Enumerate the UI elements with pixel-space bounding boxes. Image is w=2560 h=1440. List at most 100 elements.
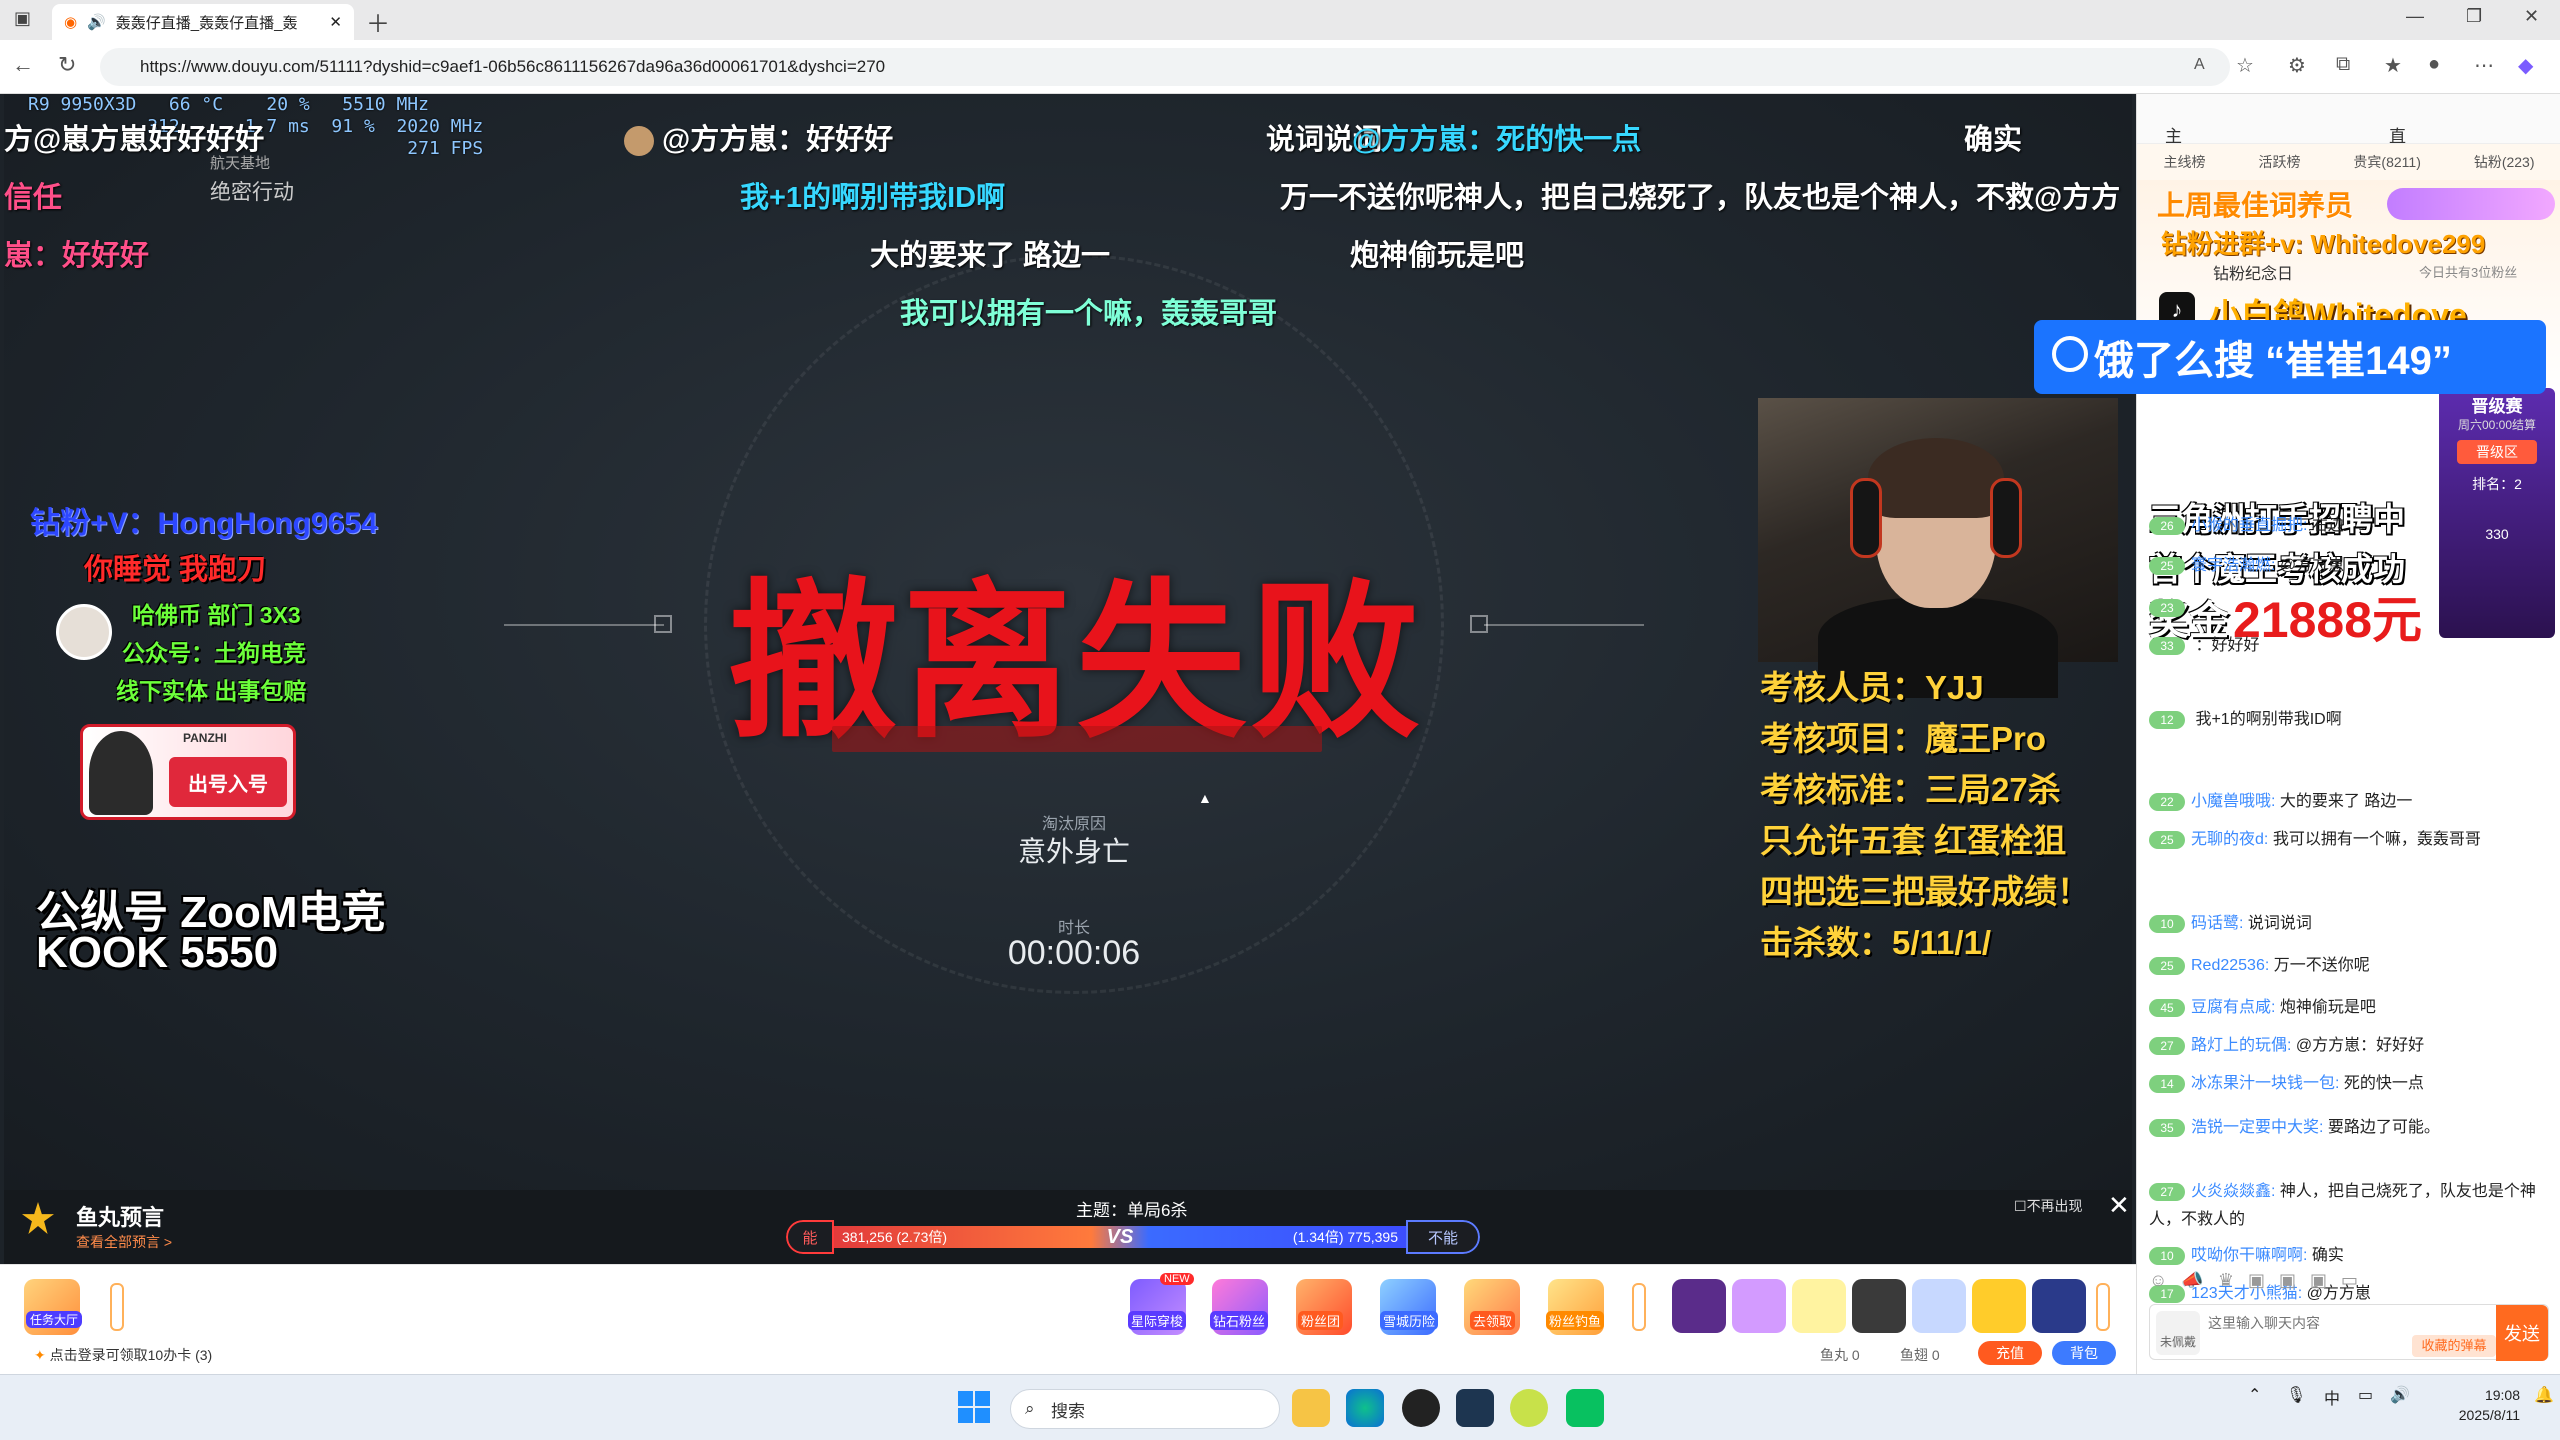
panda-mascot-icon <box>89 731 153 815</box>
refresh-icon[interactable]: ↻ <box>58 52 76 78</box>
copilot-icon[interactable]: ◆ <box>2518 53 2533 78</box>
chat-message: 27 路灯上的玩偶: @方方崽：好好好 <box>2149 1032 2549 1060</box>
mic-icon[interactable]: 🎙 <box>2286 1385 2306 1405</box>
chat-tools: ☺ 📣 ♛ ▣ ▣ ▣ ▭ <box>2149 1270 2549 1296</box>
new-tab-icon[interactable]: ＋ <box>366 4 390 39</box>
tray-chevron-icon[interactable]: ⌃ <box>2248 1385 2261 1405</box>
app-icon-1[interactable] <box>1402 1389 1440 1427</box>
network-icon[interactable]: ▭ <box>2358 1385 2373 1405</box>
extensions-icon[interactable]: ⚙ <box>2288 53 2306 78</box>
prediction-topic: 主题：单局6杀 <box>1076 1201 1188 1220</box>
minimize-icon[interactable]: — <box>2406 6 2424 27</box>
chat-input[interactable] <box>2208 1311 2418 1335</box>
start-icon[interactable] <box>958 1391 990 1423</box>
gift-item-2-icon[interactable] <box>1732 1279 1786 1333</box>
crown-icon[interactable]: ♛ <box>2218 1270 2234 1296</box>
expand-left-icon[interactable] <box>110 1283 124 1331</box>
emoji-icon[interactable]: ☺ <box>2149 1270 2167 1296</box>
favorites-icon[interactable]: ★ <box>2384 53 2402 78</box>
chat-username[interactable]: 豆腐有点咸: <box>2191 999 2275 1016</box>
vote-no-button[interactable]: 不能 <box>1406 1220 1480 1254</box>
user-level-badge: 23 <box>2149 598 2185 617</box>
chat-username[interactable]: 码话鹭: <box>2191 915 2243 932</box>
chat-username[interactable]: 小魔兽哦哦: <box>2191 793 2275 810</box>
send-button[interactable]: 发送 <box>2496 1305 2548 1361</box>
saved-danmaku-button[interactable]: 收藏的弹幕 <box>2412 1335 2496 1357</box>
collections-icon[interactable]: ⧉ <box>2336 53 2350 76</box>
url-bar[interactable]: https://www.douyu.com/51111?dyshid=c9aef… <box>100 48 2230 86</box>
tab-close-icon[interactable]: ✕ <box>329 13 342 31</box>
danmaku-9: 崽：好好好 <box>4 240 150 272</box>
chat-username[interactable]: 冰冻果汁一块钱一包: <box>2191 1075 2339 1092</box>
horn-icon[interactable]: 📣 <box>2181 1270 2203 1296</box>
tab-active-rank[interactable]: 活跃榜 <box>2258 152 2300 172</box>
duration-value: 00:00:06 <box>1007 934 1141 972</box>
tab-vip-rank[interactable]: 贵宾(8211) <box>2353 152 2420 172</box>
read-aloud-icon[interactable]: A <box>2194 56 2205 74</box>
chat-username[interactable]: Red22536: <box>2191 957 2269 974</box>
view-all-predictions[interactable]: 查看全部预言 > <box>76 1232 172 1252</box>
tab-diamond-rank[interactable]: 钻粉(223) <box>2474 152 2535 172</box>
chat-username[interactable]: 哎呦你干嘛啊啊: <box>2191 1247 2307 1264</box>
sidebar-toggle-icon[interactable]: ▣ <box>14 8 31 29</box>
speaker-icon[interactable]: 🔊 <box>87 13 106 31</box>
gift-item-6-icon[interactable] <box>1972 1279 2026 1333</box>
favorite-star-icon[interactable]: ☆ <box>2236 53 2254 78</box>
volume-icon[interactable]: 🔊 <box>2390 1385 2410 1405</box>
gift-item-7-icon[interactable] <box>2032 1279 2086 1333</box>
back-icon[interactable]: ← <box>12 52 34 78</box>
fans-icon[interactable]: ▣ <box>2248 1270 2265 1296</box>
chat-username[interactable]: 无聊的夜d: <box>2191 831 2268 848</box>
chat-input-box[interactable]: 未佩戴 收藏的弹幕 发送 <box>2149 1304 2549 1361</box>
slogan: 你睡觉 我跑刀 <box>84 554 267 586</box>
gift-item-5-icon[interactable] <box>1912 1279 1966 1333</box>
expand-mid-icon[interactable] <box>1632 1283 1646 1331</box>
task-hall-label[interactable]: 任务大厅 <box>26 1311 83 1328</box>
app-icon-2[interactable] <box>1456 1389 1494 1427</box>
gift-item-3-icon[interactable] <box>1792 1279 1846 1333</box>
vote-yes-button[interactable]: 能 <box>786 1220 834 1254</box>
chat-message: 25 无聊的夜d: 我可以拥有一个嘛，轰轰哥哥 <box>2149 826 2549 854</box>
more-menu-icon[interactable]: ⋯ <box>2474 53 2494 78</box>
checkbox-icon[interactable]: ☐ <box>2014 1198 2027 1214</box>
chat-username[interactable]: 寰宇浩瀚燃: <box>2191 557 2275 574</box>
vote-progress: 381,256 (2.73倍) VS (1.34倍) 775,395 <box>834 1226 1406 1248</box>
user-level-badge: 25 <box>2149 830 2185 849</box>
notification-icon[interactable]: 🔔 <box>2534 1385 2554 1405</box>
close-prediction-icon[interactable]: ✕ <box>2108 1190 2130 1221</box>
login-reward-tip[interactable]: ✦ 点击登录可领取10办卡 (3) <box>34 1345 212 1365</box>
chat-username[interactable]: 浩锐一定要中大奖: <box>2191 1119 2323 1136</box>
expand-right-icon[interactable] <box>2096 1283 2110 1331</box>
clock[interactable]: 19:08 2025/8/11 <box>2430 1385 2520 1425</box>
video-player[interactable]: R9 9950X3D 66 °C 20 % 5510 MHz 312 1.7 m… <box>0 94 2136 1264</box>
chat-username[interactable]: 小猴的垂直掘把: <box>2191 517 2307 534</box>
chat-username[interactable]: 火炎焱燚鑫: <box>2191 1183 2275 1200</box>
taskbar-search[interactable]: ⌕ 搜索 <box>1010 1389 1280 1429</box>
card-tool-icon[interactable]: ▣ <box>2310 1270 2327 1296</box>
ime-indicator[interactable]: 中 <box>2324 1385 2340 1409</box>
rank-tabs: 主线榜 活跃榜 贵宾(8211) 钻粉(223) <box>2137 144 2560 180</box>
gift-item-1-icon[interactable] <box>1672 1279 1726 1333</box>
edge-icon[interactable] <box>1346 1389 1384 1427</box>
fan-badge-selector[interactable]: 未佩戴 <box>2156 1311 2200 1355</box>
app-icon-3[interactable] <box>1510 1389 1548 1427</box>
gift-item-4-icon[interactable] <box>1852 1279 1906 1333</box>
restore-icon[interactable]: ❐ <box>2466 6 2482 27</box>
wechat-icon[interactable] <box>1566 1389 1604 1427</box>
tab-main-rank[interactable]: 主线榜 <box>2163 152 2205 172</box>
panzhi-banner: PANZHI 出号入号 <box>80 724 296 820</box>
left-divider <box>504 624 664 626</box>
gift-label-3: 粉丝团 <box>1298 1311 1344 1330</box>
hd-icon[interactable]: ▭ <box>2341 1270 2358 1296</box>
gift-icon[interactable]: ▣ <box>2279 1270 2296 1296</box>
backpack-button[interactable]: 背包 <box>2052 1341 2116 1365</box>
close-window-icon[interactable]: ✕ <box>2524 6 2539 27</box>
profile-avatar-icon[interactable]: ● <box>2428 53 2440 76</box>
panzhi-service: 出号入号 <box>169 757 287 807</box>
browser-tab[interactable]: ◉ 🔊 轰轰仔直播_轰轰仔直播_轰 ✕ <box>52 4 354 40</box>
chat-message: 14 冰冻果汁一块钱一包: 死的快一点 <box>2149 1070 2549 1098</box>
chat-username[interactable]: 路灯上的玩偶: <box>2191 1037 2291 1054</box>
recharge-button[interactable]: 充值 <box>1978 1341 2042 1365</box>
file-explorer-icon[interactable] <box>1292 1389 1330 1427</box>
dont-show-again[interactable]: ☐不再出现 <box>2014 1196 2083 1216</box>
